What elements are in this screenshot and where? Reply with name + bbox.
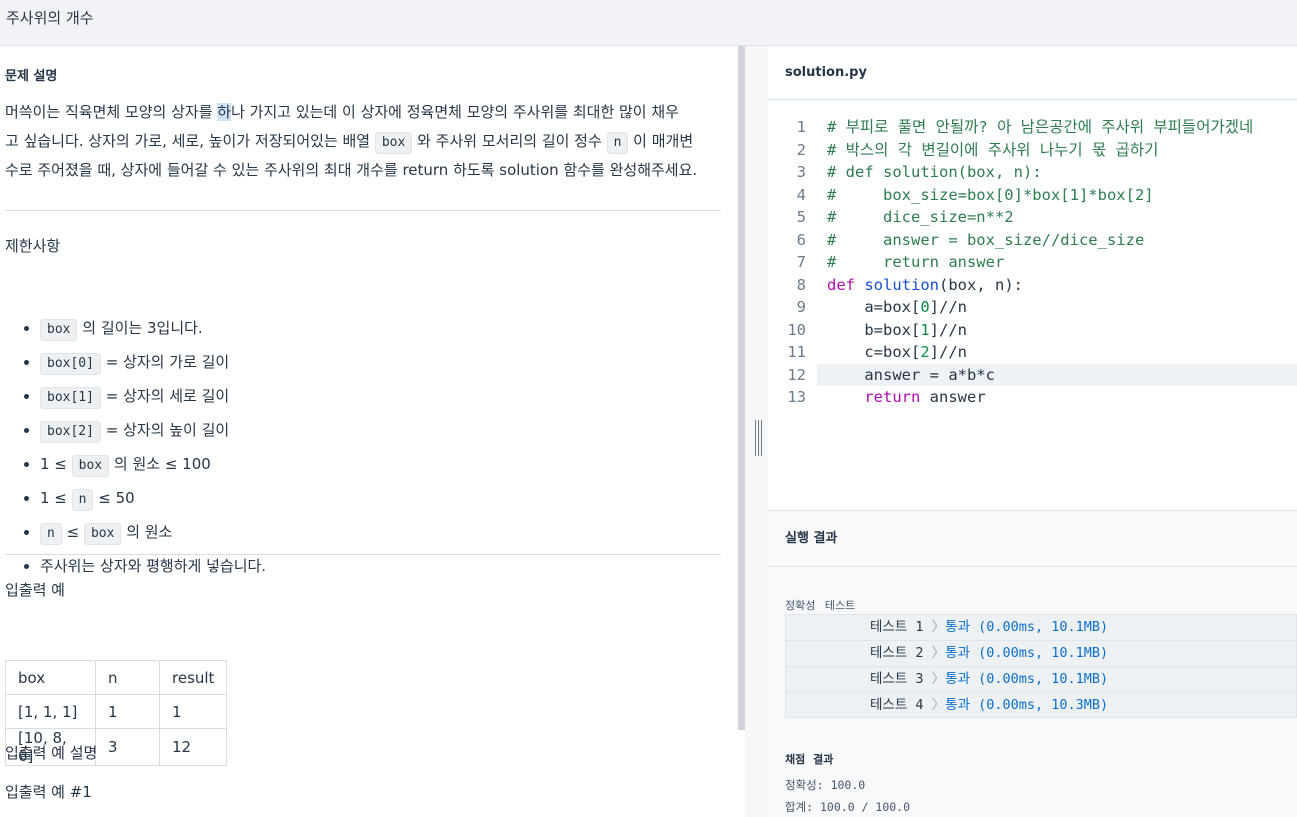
- code-line[interactable]: 7 # return answer: [768, 251, 1297, 274]
- constraint-item: box 의 길이는 3입니다.: [40, 311, 640, 345]
- section-divider: [5, 210, 721, 211]
- code-line[interactable]: 8 def solution(box, n):: [768, 274, 1297, 297]
- constraints-title: 제한사항: [5, 237, 61, 255]
- problem-description-panel[interactable]: 문제 설명 머쓱이는 직육면체 모양의 상자를 하나 가지고 있는데 이 상자에…: [0, 46, 738, 817]
- table-cell: 3: [95, 728, 160, 766]
- result-panel: 실행 결과 정확성 테스트 테스트 1 〉통과 (0.00ms, 10.1MB)…: [768, 510, 1297, 817]
- chevron-right-icon: 〉: [931, 619, 946, 635]
- test-result-row: 테스트 1 〉통과 (0.00ms, 10.1MB): [785, 614, 1297, 640]
- problem-title-bar: 주사위의 개수: [0, 0, 1297, 46]
- chevron-right-icon: 〉: [931, 697, 946, 713]
- grade-accuracy: 정확성: 100.0: [785, 778, 866, 792]
- constraint-item: 1 ≤ n ≤ 50: [40, 481, 640, 515]
- table-cell: 1: [95, 694, 160, 729]
- inline-code-box: box: [374, 132, 413, 154]
- file-name: solution.py: [785, 65, 867, 80]
- constraint-item: 1 ≤ box 의 원소 ≤ 100: [40, 447, 640, 481]
- code-line[interactable]: 10 b=box[1]//n: [768, 319, 1297, 342]
- test-result-row: 테스트 2 〉통과 (0.00ms, 10.1MB): [785, 640, 1297, 666]
- code-editor[interactable]: 1 # 부피로 풀면 안될까? 아 남은공간에 주사위 부피들어가겠네 2 # 박스…: [768, 116, 1297, 416]
- code-line[interactable]: 9 a=box[0]//n: [768, 296, 1297, 319]
- test-results-list: 테스트 1 〉통과 (0.00ms, 10.1MB) 테스트 2 〉통과 (0.…: [785, 614, 1297, 718]
- accuracy-test-label: 정확성 테스트: [785, 599, 856, 612]
- editor-panel: solution.py 1 # 부피로 풀면 안될까? 아 남은공간에 주사위 부…: [768, 46, 1297, 817]
- chevron-right-icon: 〉: [931, 671, 946, 687]
- constraints-list: box 의 길이는 3입니다. box[0] = 상자의 가로 길이 box[1…: [40, 311, 640, 583]
- table-row: [1, 1, 1] 1 1: [5, 694, 228, 729]
- splitter-grip-icon[interactable]: [755, 420, 765, 456]
- code-line[interactable]: 3 # def solution(box, n):: [768, 161, 1297, 184]
- code-line[interactable]: 13 return answer: [768, 386, 1297, 409]
- code-line-active[interactable]: 12 answer = a*b*c: [787, 363, 1297, 386]
- examples-desc-title: 입출력 예 설명: [5, 744, 98, 762]
- code-line[interactable]: 11 c=box[2]//n: [768, 341, 1297, 364]
- result-title: 실행 결과: [785, 531, 838, 546]
- test-result-row: 테스트 4 〉통과 (0.00ms, 10.3MB): [785, 692, 1297, 718]
- section-divider: [5, 554, 721, 555]
- left-scrollbar[interactable]: [738, 46, 745, 730]
- constraint-item: n ≤ box 의 원소: [40, 515, 640, 549]
- code-line[interactable]: 1 # 부피로 풀면 안될까? 아 남은공간에 주사위 부피들어가겠네: [768, 116, 1297, 139]
- text-selection: 하: [217, 103, 232, 121]
- code-line[interactable]: 4 # box_size=box[0]*box[1]*box[2]: [768, 184, 1297, 207]
- table-header-row: box n result: [5, 660, 228, 695]
- chevron-right-icon: 〉: [931, 645, 946, 661]
- table-header-cell: result: [158, 660, 228, 695]
- table-cell: 12: [158, 728, 228, 766]
- example-1-title: 입출력 예 #1: [5, 783, 92, 801]
- code-line[interactable]: 5 # dice_size=n**2: [768, 206, 1297, 229]
- grade-total: 합계: 100.0 / 100.0: [785, 800, 911, 814]
- table-cell: 1: [158, 694, 228, 729]
- table-cell: [1, 1, 1]: [5, 694, 96, 729]
- code-line[interactable]: 2 # 박스의 각 변길이에 주사위 나누기 몫 곱하기: [768, 139, 1297, 162]
- examples-title: 입출력 예: [5, 581, 65, 599]
- problem-description: 머쓱이는 직육면체 모양의 상자를 하나 가지고 있는데 이 상자에 정육면체 …: [5, 103, 698, 179]
- code-line[interactable]: 6 # answer = box_size//dice_size: [768, 229, 1297, 252]
- constraint-item: box[2] = 상자의 높이 길이: [40, 413, 640, 447]
- constraint-item: box[0] = 상자의 가로 길이: [40, 345, 640, 379]
- constraint-item: box[1] = 상자의 세로 길이: [40, 379, 640, 413]
- problem-title: 주사위의 개수: [6, 9, 94, 27]
- table-header-cell: n: [95, 660, 160, 695]
- file-tab: solution.py: [768, 46, 1297, 100]
- section-divider: [768, 566, 1297, 567]
- test-result-row: 테스트 3 〉통과 (0.00ms, 10.1MB): [785, 666, 1297, 692]
- inline-code-n: n: [606, 132, 629, 154]
- description-section-title: 문제 설명: [5, 69, 58, 84]
- grade-title: 채점 결과: [785, 753, 834, 766]
- table-header-cell: box: [5, 660, 96, 695]
